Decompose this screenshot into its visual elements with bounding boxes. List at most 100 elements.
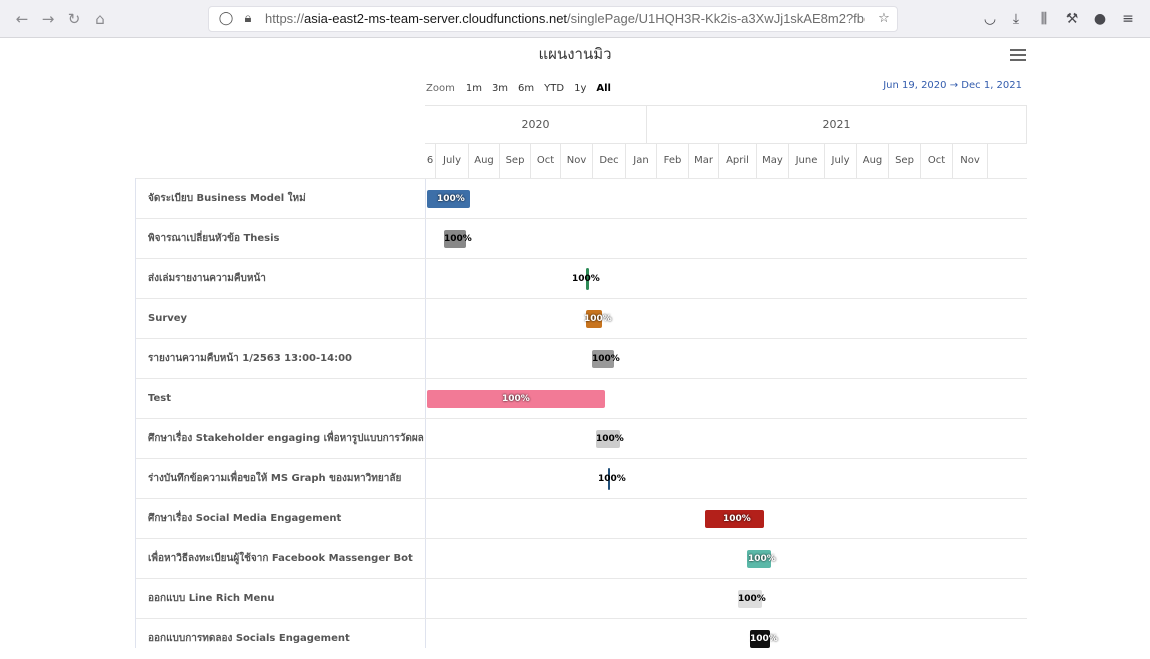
- month-label: Aug: [469, 144, 500, 178]
- task-name: รายงานความคืบหน้า 1/2563 13:00-14:00: [148, 353, 352, 364]
- task-name: Test: [148, 393, 172, 404]
- task-row: 100%: [426, 458, 1027, 498]
- zoom-ytd-button[interactable]: YTD: [539, 81, 569, 96]
- chart-menu-icon[interactable]: [1008, 46, 1028, 62]
- task-row: 100%: [426, 418, 1027, 458]
- task-row-label[interactable]: ออกแบบ Line Rich Menu: [136, 578, 426, 618]
- task-name: Survey: [148, 313, 188, 324]
- library-icon[interactable]: ⫼: [1034, 9, 1054, 29]
- task-progress-label: 100%: [738, 594, 766, 604]
- year-2021: 2021: [647, 105, 1027, 143]
- url-bar[interactable]: ◯ 🔒︎ https://asia-east2-ms-team-server.c…: [208, 6, 898, 32]
- download-icon[interactable]: ⤓: [1006, 9, 1026, 29]
- month-label: Nov: [953, 144, 988, 178]
- shield-icon[interactable]: ◯: [217, 10, 235, 28]
- timeline-header: 2020 2021 6 July Aug Sep Oct Nov Dec Jan Feb Mar A…: [425, 105, 1027, 178]
- bookmark-star-icon[interactable]: ☆: [875, 10, 893, 28]
- task-row-label[interactable]: ออกแบบการทดลอง Socials Engagement: [136, 618, 426, 658]
- zoom-1m-button[interactable]: 1m: [461, 81, 487, 96]
- month-label: Mar: [689, 144, 719, 178]
- task-name: ออกแบบการทดลอง Socials Engagement: [148, 633, 350, 644]
- year-2020: 2020: [425, 105, 647, 143]
- month-label: April: [719, 144, 757, 178]
- lock-icon[interactable]: 🔒︎: [239, 10, 257, 28]
- task-progress-label: 100%: [437, 194, 465, 204]
- task-name: เพื่อหาวิธีลงทะเบียนผู้ใช้จาก Facebook M…: [148, 553, 413, 564]
- gantt-grid: 100% 100% 100% 100% 100% 100% 100% 100% 100% 100%…: [426, 178, 1027, 648]
- zoom-3m-button[interactable]: 3m: [487, 81, 513, 96]
- task-row-label[interactable]: เพื่อหาวิธีลงทะเบียนผู้ใช้จาก Facebook M…: [136, 538, 426, 578]
- task-progress-label: 100%: [598, 474, 626, 484]
- month-label: July: [436, 144, 469, 178]
- pocket-icon[interactable]: ◡: [980, 9, 1000, 29]
- task-name: ส่งเล่มรายงานความคืบหน้า: [148, 273, 266, 284]
- month-label: Aug: [857, 144, 889, 178]
- month-label: Dec: [593, 144, 626, 178]
- home-icon[interactable]: ⌂: [90, 9, 110, 29]
- task-progress-label: 100%: [584, 314, 612, 324]
- url-text[interactable]: https://asia-east2-ms-team-server.cloudf…: [265, 7, 865, 31]
- task-name: ศึกษาเรื่อง Stakeholder engaging เพื่อหา…: [148, 433, 424, 444]
- task-name: ร่างบันทึกข้อความเพื่อขอให้ MS Graph ของ…: [148, 473, 402, 484]
- zoom-all-button[interactable]: All: [591, 81, 616, 96]
- task-row: 100%: [426, 218, 1027, 258]
- task-row-label[interactable]: รายงานความคืบหน้า 1/2563 13:00-14:00: [136, 338, 426, 378]
- month-row: 6 July Aug Sep Oct Nov Dec Jan Feb Mar April May Jun…: [425, 143, 1027, 178]
- month-label: Oct: [921, 144, 953, 178]
- range-from[interactable]: Jun 19, 2020: [883, 80, 946, 91]
- hamburger-menu-icon[interactable]: ≡: [1118, 9, 1138, 29]
- task-row-label[interactable]: ศึกษาเรื่อง Stakeholder engaging เพื่อหา…: [136, 418, 426, 458]
- task-progress-label: 100%: [596, 434, 624, 444]
- month-label: Jan: [626, 144, 657, 178]
- month-label: Oct: [531, 144, 561, 178]
- zoom-label: Zoom: [426, 82, 455, 94]
- range-to[interactable]: Dec 1, 2021: [961, 80, 1022, 91]
- range-arrow: →: [949, 80, 959, 91]
- browser-toolbar: ← → ↻ ⌂ ◯ 🔒︎ https://asia-east2-ms-team-…: [0, 0, 1150, 38]
- profile-icon[interactable]: ●: [1090, 9, 1110, 29]
- task-progress-label: 100%: [502, 394, 530, 404]
- task-progress-label: 100%: [444, 234, 472, 244]
- task-row-label[interactable]: ศึกษาเรื่อง Social Media Engagement: [136, 498, 426, 538]
- task-row-label[interactable]: Test: [136, 378, 426, 418]
- month-label: Nov: [561, 144, 593, 178]
- task-row-label[interactable]: ร่างบันทึกข้อความเพื่อขอให้ MS Graph ของ…: [136, 458, 426, 498]
- task-row-label[interactable]: Survey: [136, 298, 426, 338]
- month-label: Sep: [889, 144, 921, 178]
- task-row: 100%: [426, 338, 1027, 378]
- zoom-1y-button[interactable]: 1y: [569, 81, 591, 96]
- task-row-label[interactable]: ส่งเล่มรายงานความคืบหน้า: [136, 258, 426, 298]
- task-row: 100%: [426, 378, 1027, 418]
- task-row: 100%: [426, 578, 1027, 618]
- task-progress-label: 100%: [748, 554, 776, 564]
- back-arrow-icon[interactable]: ←: [12, 9, 32, 29]
- forward-arrow-icon[interactable]: →: [38, 9, 58, 29]
- task-progress-label: 100%: [750, 634, 778, 644]
- page-title: แผนงานมิว: [538, 45, 612, 63]
- task-row-label[interactable]: จัดระเบียบ Business Model ใหม่: [136, 178, 426, 218]
- task-row: 100%: [426, 498, 1027, 538]
- task-label-column: จัดระเบียบ Business Model ใหม่พิจารณาเปล…: [135, 178, 426, 648]
- task-progress-label: 100%: [572, 274, 600, 284]
- task-progress-label: 100%: [592, 354, 620, 364]
- task-name: ศึกษาเรื่อง Social Media Engagement: [148, 513, 342, 524]
- month-label: June: [789, 144, 825, 178]
- task-row: 100%: [426, 258, 1027, 298]
- date-range[interactable]: Jun 19, 2020 → Dec 1, 2021: [860, 80, 1022, 91]
- task-row-label[interactable]: พิจารณาเปลี่ยนหัวข้อ Thesis: [136, 218, 426, 258]
- zoom-selector: Zoom 1m 3m 6m YTD 1y All: [426, 79, 616, 97]
- task-name: จัดระเบียบ Business Model ใหม่: [148, 193, 306, 204]
- task-row: 100%: [426, 178, 1027, 218]
- task-row: 100%: [426, 298, 1027, 338]
- reload-icon[interactable]: ↻: [64, 9, 84, 29]
- zoom-6m-button[interactable]: 6m: [513, 81, 539, 96]
- month-label: May: [757, 144, 789, 178]
- month-label: Feb: [657, 144, 689, 178]
- task-progress-label: 100%: [723, 514, 751, 524]
- task-name: ออกแบบ Line Rich Menu: [148, 593, 275, 604]
- month-label: July: [825, 144, 857, 178]
- task-row: 100%: [426, 538, 1027, 578]
- wrench-icon[interactable]: ⚒: [1062, 9, 1082, 29]
- task-row: 100%: [426, 618, 1027, 658]
- month-label: 6: [425, 144, 436, 178]
